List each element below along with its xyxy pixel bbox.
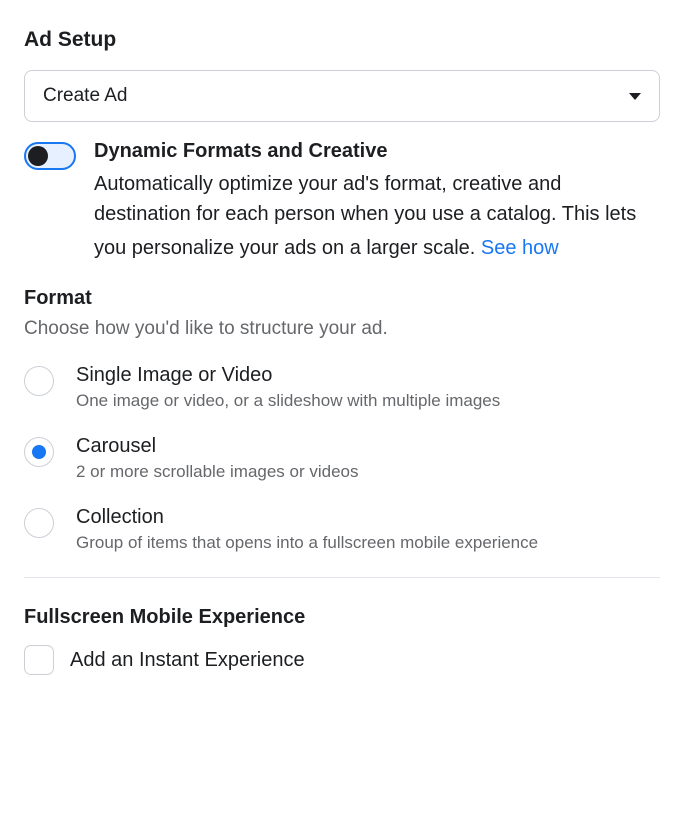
radio-label: Collection <box>76 506 538 529</box>
radio-selected-dot-icon <box>32 445 46 459</box>
format-option-single-image-video[interactable]: Single Image or Video One image or video… <box>24 364 660 411</box>
format-title: Format <box>24 287 660 310</box>
divider <box>24 577 660 578</box>
dynamic-formats-toggle[interactable] <box>24 142 76 170</box>
format-option-carousel[interactable]: Carousel 2 or more scrollable images or … <box>24 435 660 482</box>
ad-setup-title: Ad Setup <box>24 28 660 52</box>
create-ad-dropdown[interactable]: Create Ad <box>24 70 660 122</box>
dynamic-formats-title: Dynamic Formats and Creative <box>94 140 660 163</box>
instant-experience-label: Add an Instant Experience <box>70 649 305 672</box>
instant-experience-checkbox[interactable] <box>24 645 54 675</box>
format-description: Choose how you'd like to structure your … <box>24 318 660 340</box>
dropdown-selected-label: Create Ad <box>43 85 128 107</box>
radio-description: One image or video, or a slideshow with … <box>76 391 500 411</box>
toggle-knob-icon <box>28 146 48 166</box>
radio-icon <box>24 437 54 467</box>
radio-icon <box>24 508 54 538</box>
radio-label: Single Image or Video <box>76 364 500 387</box>
caret-down-icon <box>629 93 641 100</box>
fullscreen-title: Fullscreen Mobile Experience <box>24 606 660 629</box>
radio-description: Group of items that opens into a fullscr… <box>76 533 538 553</box>
radio-label: Carousel <box>76 435 359 458</box>
dynamic-formats-description: Automatically optimize your ad's format,… <box>94 169 660 263</box>
format-option-collection[interactable]: Collection Group of items that opens int… <box>24 506 660 553</box>
radio-description: 2 or more scrollable images or videos <box>76 462 359 482</box>
radio-icon <box>24 366 54 396</box>
see-how-link[interactable]: See how <box>481 233 559 263</box>
